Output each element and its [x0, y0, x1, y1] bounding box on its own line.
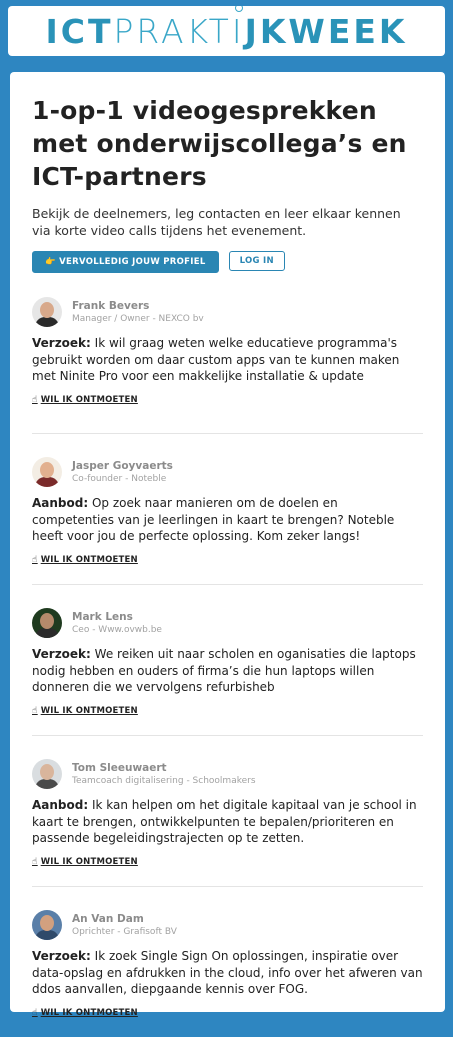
logo-part-j: J [244, 11, 260, 51]
participant-role: Manager / Owner - NEXCO bv [72, 313, 204, 324]
meet-label: WIL IK ONTMOETEN [40, 554, 138, 565]
logo-part-ict: ICT [45, 11, 114, 51]
meet-link[interactable]: ☝ WIL IK ONTMOETEN [32, 395, 138, 405]
participant-role: Co-founder - Noteble [72, 473, 167, 484]
request-type: Verzoek: [32, 647, 91, 661]
meet-link[interactable]: ☝ WIL IK ONTMOETEN [32, 706, 138, 716]
meet-label: WIL IK ONTMOETEN [40, 856, 138, 867]
request-text: Ik kan helpen om het digitale kapitaal v… [32, 798, 417, 845]
participant-text: Aanbod: Op zoek naar manieren om de doel… [32, 495, 423, 545]
avatar [32, 457, 62, 487]
logo-part-i: I [231, 11, 245, 51]
avatar [32, 297, 62, 327]
page-title: 1-op-1 videogesprekken met onderwijscoll… [32, 96, 407, 191]
meet-link[interactable]: ☝ WIL IK ONTMOETEN [32, 857, 138, 867]
thumbs-up-icon: ☝ [32, 856, 38, 867]
page-intro: Bekijk de deelnemers, leg contacten en l… [32, 206, 401, 238]
thumbs-up-icon: ☝ [32, 705, 38, 716]
meet-label: WIL IK ONTMOETEN [40, 1007, 138, 1018]
request-type: Verzoek: [32, 336, 91, 350]
logo-part-kweek: KWEEK [259, 11, 408, 51]
participant-name[interactable]: Frank Bevers [72, 300, 204, 313]
complete-profile-button[interactable]: 👉 VERVOLLEDIG JOUW PROFIEL [32, 251, 219, 273]
participant-text: Verzoek: Ik zoek Single Sign On oplossin… [32, 948, 423, 998]
avatar [32, 910, 62, 940]
participant-role: Oprichter - Grafisoft BV [72, 926, 177, 937]
login-button[interactable]: LOG IN [228, 251, 285, 271]
participant-card: Tom Sleeuwaert Teamcoach digitalisering … [32, 758, 423, 887]
participant-name[interactable]: Jasper Goyvaerts [72, 460, 173, 473]
meet-link[interactable]: ☝ WIL IK ONTMOETEN [32, 1008, 138, 1018]
participant-name[interactable]: An Van Dam [72, 913, 177, 926]
thumbs-up-icon: ☝ [32, 1007, 38, 1018]
request-type: Verzoek: [32, 949, 91, 963]
action-bar: 👉 VERVOLLEDIG JOUW PROFIEL LOG IN [32, 251, 423, 273]
meet-link[interactable]: ☝ WIL IK ONTMOETEN [32, 555, 138, 565]
participant-card: An Van Dam Oprichter - Grafisoft BV Verz… [32, 909, 423, 1037]
content-card: 1-op-1 videogesprekken met onderwijscoll… [10, 72, 445, 1018]
participant-card: Jasper Goyvaerts Co-founder - Noteble Aa… [32, 456, 423, 585]
pointing-hand-icon: 👉 [45, 257, 56, 267]
participant-name[interactable]: Tom Sleeuwaert [72, 762, 256, 775]
participant-card: Mark Lens Ceo - Www.ovwb.be Verzoek: We … [32, 607, 423, 736]
avatar [32, 759, 62, 789]
logo-part-prakt: PRAKT [113, 11, 232, 51]
participant-name[interactable]: Mark Lens [72, 611, 162, 624]
request-type: Aanbod: [32, 798, 89, 812]
complete-profile-label: VERVOLLEDIG JOUW PROFIEL [59, 257, 206, 267]
avatar [32, 608, 62, 638]
participant-card: Frank Bevers Manager / Owner - NEXCO bv … [32, 296, 423, 434]
participant-text: Aanbod: Ik kan helpen om het digitale ka… [32, 797, 423, 847]
site-banner[interactable]: ICTPRAKTIJKWEEK [8, 6, 445, 56]
participant-role: Teamcoach digitalisering - Schoolmakers [72, 775, 256, 786]
meet-label: WIL IK ONTMOETEN [40, 705, 138, 716]
request-type: Aanbod: [32, 496, 89, 510]
thumbs-up-icon: ☝ [32, 394, 38, 405]
thumbs-up-icon: ☝ [32, 554, 38, 565]
meet-label: WIL IK ONTMOETEN [40, 394, 138, 405]
participant-text: Verzoek: We reiken uit naar scholen en o… [32, 646, 423, 696]
participant-role: Ceo - Www.ovwb.be [72, 624, 162, 635]
ict-praktijkweek-logo: ICTPRAKTIJKWEEK [46, 15, 408, 48]
request-text: Ik zoek Single Sign On oplossingen, insp… [32, 949, 423, 996]
participant-text: Verzoek: Ik wil graag weten welke educat… [32, 335, 423, 385]
